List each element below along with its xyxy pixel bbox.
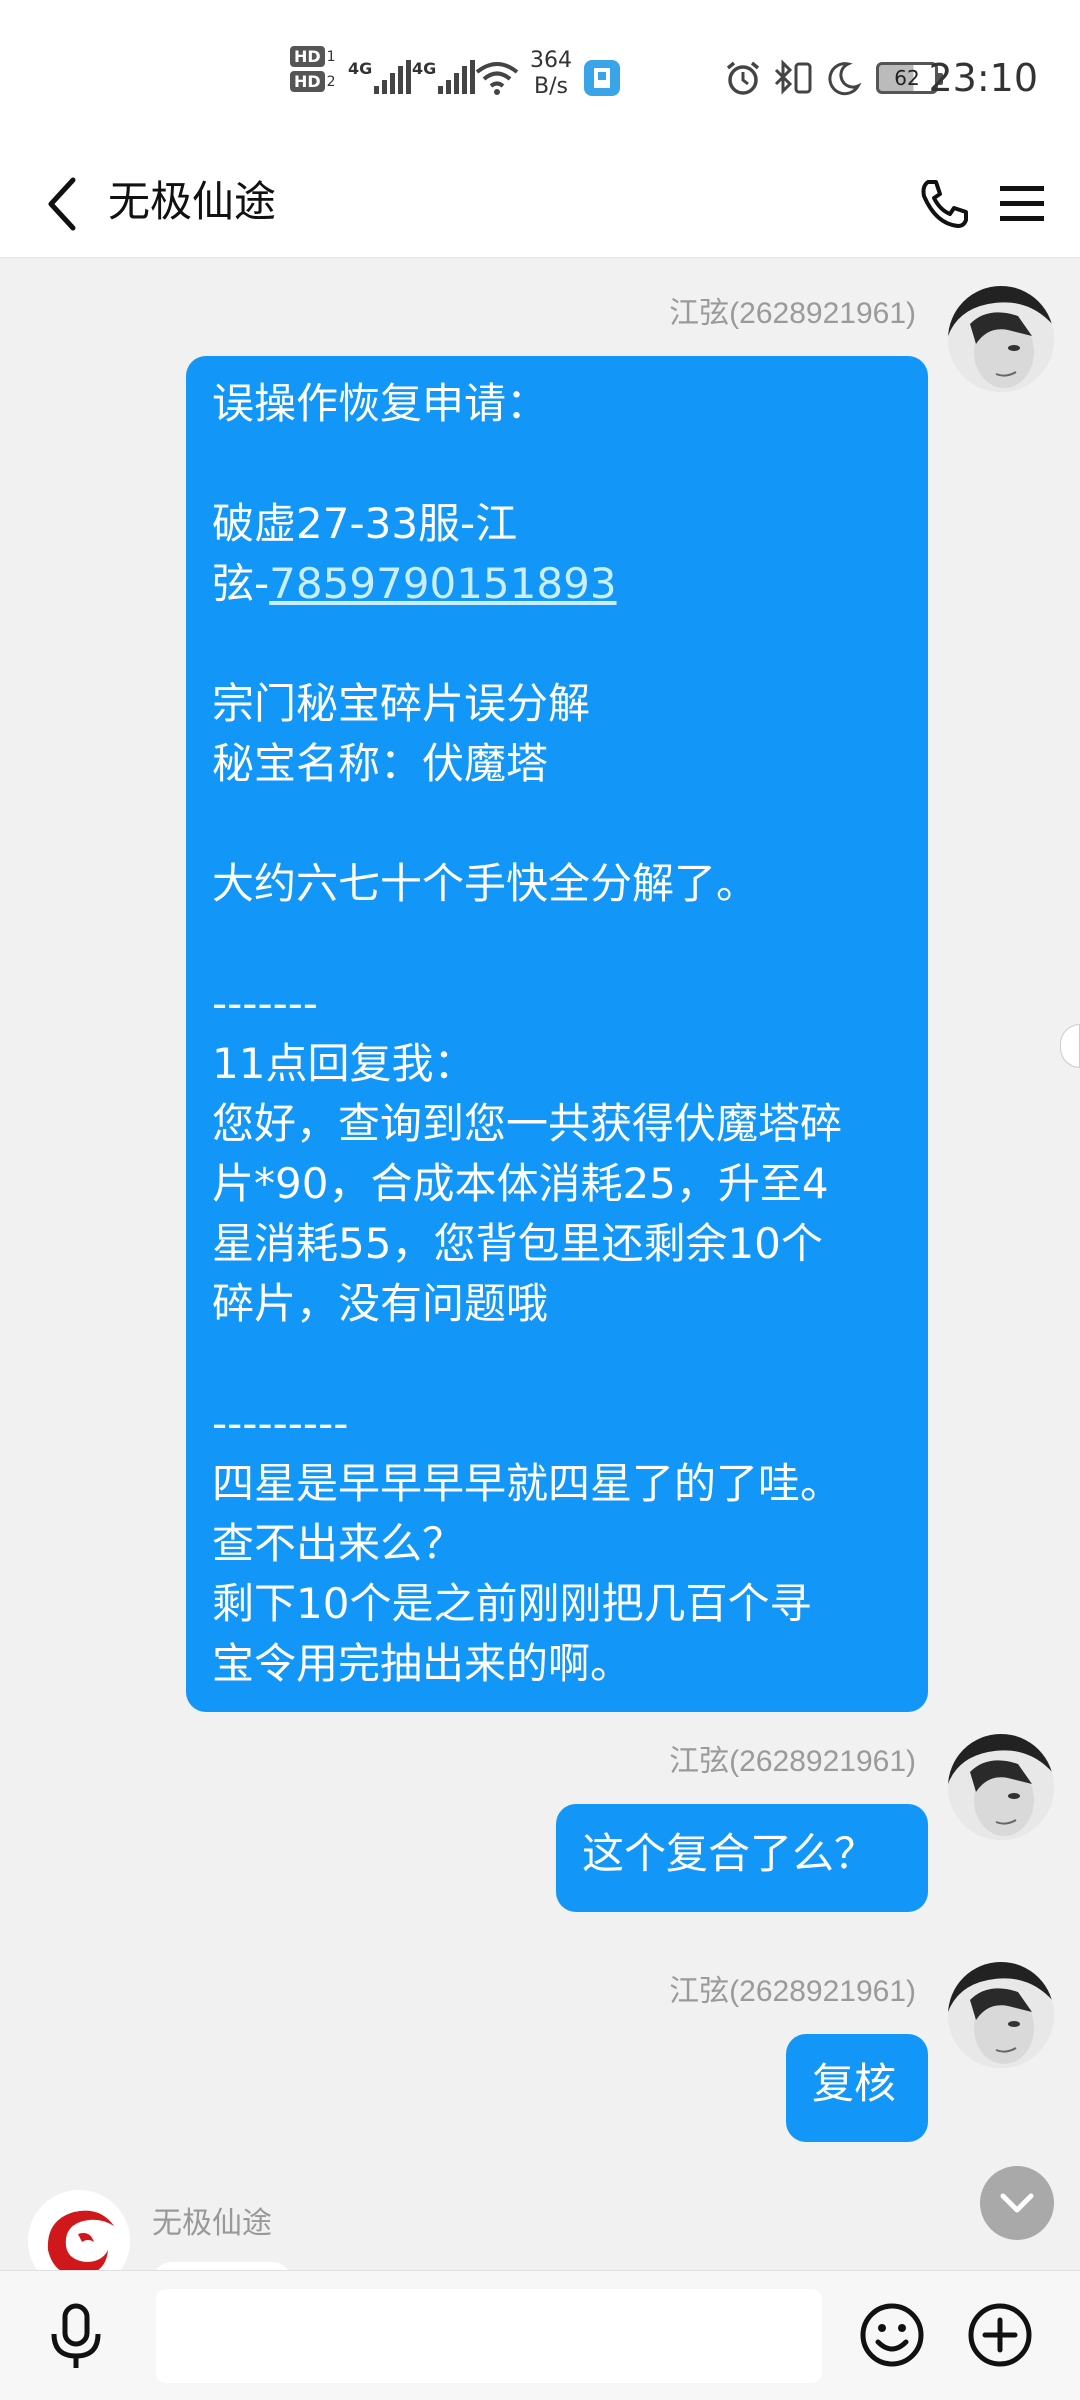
user-avatar-icon: [948, 1734, 1054, 1840]
message-line: 星消耗55，您背包里还剩余10个: [212, 1219, 823, 1268]
message-text: 这个复合了么？: [582, 1829, 877, 1878]
message-line: 大约六七十个手快全分解了。: [212, 859, 759, 908]
message-line: [212, 614, 902, 674]
message-bubble[interactable]: 误操作恢复申请： 破虚27-33服-江 弦-7859790151893 宗门秘宝碎片误…: [186, 356, 928, 1712]
chat-header: 无极仙途: [0, 150, 1080, 258]
message-text: 复核: [812, 2059, 897, 2108]
emoji-icon: [860, 2303, 924, 2367]
hd2-sub: 2: [326, 73, 336, 90]
sender-name: 江弦(2628921961): [669, 1745, 916, 1778]
phone-number-link[interactable]: 7859790151893: [269, 559, 616, 608]
hd-indicators: HD 1 HD 2: [290, 44, 336, 104]
message-line: 误操作恢复申请：: [212, 379, 549, 428]
chevron-down-icon: [1000, 2193, 1034, 2213]
message-line: 宝令用完抽出来的啊。: [212, 1639, 633, 1688]
signal-2: 4G: [412, 48, 476, 108]
net2-label: 4G: [412, 58, 437, 78]
message-line: [212, 794, 902, 854]
message-line: 片*90，合成本体消耗25，升至4: [212, 1159, 829, 1208]
microphone-icon: [51, 2303, 101, 2368]
user-avatar-icon: [948, 1962, 1054, 2068]
floating-side-tab[interactable]: [1060, 1024, 1080, 1068]
app-notification-icon: [584, 60, 620, 96]
message-bubble[interactable]: 复核: [786, 2034, 928, 2142]
voice-button[interactable]: [36, 2297, 116, 2377]
message-line: 碎片，没有问题哦: [212, 1279, 549, 1328]
input-bar: [0, 2270, 1080, 2400]
net1-label: 4G: [348, 58, 373, 78]
alarm-icon: [726, 61, 760, 95]
avatar[interactable]: [948, 286, 1054, 392]
status-bar: HD 1 HD 2 4G 4G 364 B/s 62 23:10: [0, 0, 1080, 150]
message-line: 查不出来么？: [212, 1519, 465, 1568]
message-line: 宗门秘宝碎片误分解: [212, 679, 591, 728]
message-line-text: 弦-: [212, 559, 270, 608]
message-line: -------: [212, 979, 319, 1028]
sender-name: 江弦(2628921961): [669, 297, 916, 330]
sender-name: 江弦(2628921961): [669, 1975, 916, 2008]
emoji-button[interactable]: [852, 2295, 932, 2375]
menu-button[interactable]: [982, 164, 1062, 244]
avatar[interactable]: [948, 1734, 1054, 1840]
bluetooth-vibrate: [770, 48, 818, 108]
message-line: [212, 434, 902, 494]
message-line: ---------: [212, 1399, 349, 1448]
user-avatar-icon: [948, 286, 1054, 392]
message-bubble[interactable]: 这个复合了么？: [556, 1804, 928, 1912]
menu-icon: [1000, 186, 1044, 221]
message-line: 剩下10个是之前刚刚把几百个寻: [212, 1579, 812, 1628]
clock: 23:10: [928, 56, 1038, 100]
phone-icon: [921, 180, 968, 228]
hd1-sub: 1: [326, 48, 336, 65]
battery-level: 62: [894, 66, 920, 90]
signal-bars-icon: [438, 60, 476, 94]
call-button[interactable]: [904, 164, 984, 244]
bot-name: 无极仙途: [152, 2206, 272, 2241]
wifi: [474, 48, 520, 108]
net-speed-value: 364: [530, 48, 572, 73]
signal-bars-icon: [374, 60, 412, 94]
scroll-to-bottom-button[interactable]: [980, 2166, 1054, 2240]
avatar[interactable]: [948, 1962, 1054, 2068]
message-line: 破虚27-33服-江: [212, 499, 518, 548]
alarm: [724, 48, 762, 108]
hd1-badge: HD: [290, 46, 325, 67]
app-notification: [582, 48, 622, 108]
message-line: [212, 914, 902, 974]
back-arrow-icon: [48, 177, 76, 231]
message-line: 您好，查询到您一共获得伏魔塔碎: [212, 1099, 843, 1148]
hd2-badge: HD: [290, 71, 325, 92]
net-speed-unit: B/s: [534, 74, 568, 99]
message-input[interactable]: [156, 2289, 822, 2383]
chat-title: 无极仙途: [108, 177, 277, 226]
net-speed: 364 B/s: [530, 48, 572, 108]
message-line: 秘宝名称：伏魔塔: [212, 739, 549, 788]
message-line: 11点回复我：: [212, 1039, 476, 1088]
back-button[interactable]: [28, 164, 98, 244]
bluetooth-icon: [774, 59, 812, 95]
wifi-icon: [475, 62, 519, 95]
message-line: 弦-7859790151893: [212, 554, 902, 614]
more-button[interactable]: [960, 2295, 1040, 2375]
plus-circle-icon: [968, 2303, 1032, 2367]
moon-icon: [828, 62, 862, 96]
do-not-disturb: [826, 48, 862, 108]
message-line: 四星是早早早早就四星了的了哇。: [212, 1459, 843, 1508]
message-line: [212, 1334, 902, 1394]
signal-1: 4G: [348, 48, 412, 108]
